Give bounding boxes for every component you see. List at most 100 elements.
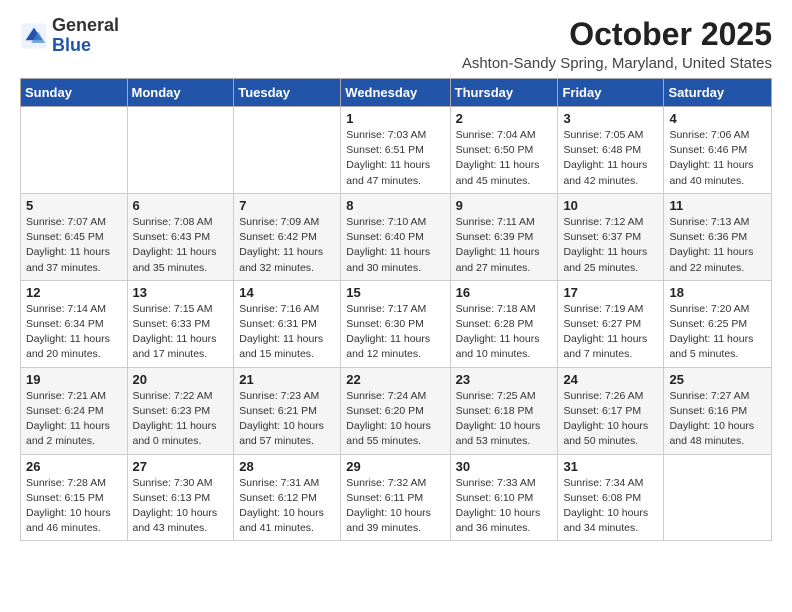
day-number: 29 [346, 459, 444, 474]
day-cell: 13Sunrise: 7:15 AM Sunset: 6:33 PM Dayli… [127, 280, 234, 367]
day-info: Sunrise: 7:22 AM Sunset: 6:23 PM Dayligh… [133, 389, 229, 450]
day-info: Sunrise: 7:07 AM Sunset: 6:45 PM Dayligh… [26, 215, 122, 276]
day-info: Sunrise: 7:04 AM Sunset: 6:50 PM Dayligh… [456, 128, 553, 189]
day-cell: 26 Sunrise: 7:28 AM Sunset: 6:15 PM Dayli… [21, 454, 128, 541]
day-info: Sunrise: 7:33 AM Sunset: 6:10 PM Dayligh… [456, 476, 553, 537]
day-info: Sunrise: 7:32 AM Sunset: 6:11 PM Dayligh… [346, 476, 444, 537]
day-number: 3 [563, 111, 658, 126]
logo: General Blue [20, 16, 119, 56]
day-cell: 11 Sunrise: 7:13 AM Sunset: 6:36 PM Dayli… [664, 193, 772, 280]
day-info: Sunrise: 7:05 AM Sunset: 6:48 PM Dayligh… [563, 128, 658, 189]
day-info: Sunrise: 7:03 AM Sunset: 6:51 PM Dayligh… [346, 128, 444, 189]
day-number: 24 [563, 372, 658, 387]
day-header-wednesday: Wednesday [341, 79, 450, 107]
day-cell: 3 Sunrise: 7:05 AM Sunset: 6:48 PM Daylig… [558, 107, 664, 194]
header: General Blue October 2025 Ashton-Sandy S… [20, 16, 772, 72]
day-info: Sunrise: 7:11 AM Sunset: 6:39 PM Dayligh… [456, 215, 553, 276]
day-cell: 6 Sunrise: 7:08 AM Sunset: 6:43 PM Daylig… [127, 193, 234, 280]
day-number: 25 [669, 372, 766, 387]
day-number: 13 [133, 285, 229, 300]
day-number: 27 [133, 459, 229, 474]
day-cell: 23 Sunrise: 7:25 AM Sunset: 6:18 PM Dayli… [450, 367, 558, 454]
day-info: Sunrise: 7:31 AM Sunset: 6:12 PM Dayligh… [239, 476, 335, 537]
day-cell: 4Sunrise: 7:06 AM Sunset: 6:46 PM Daylig… [664, 107, 772, 194]
day-number: 15 [346, 285, 444, 300]
day-number: 11 [669, 198, 766, 213]
day-number: 17 [563, 285, 658, 300]
day-cell: 21 Sunrise: 7:23 AM Sunset: 6:21 PM Dayli… [234, 367, 341, 454]
day-info: Sunrise: 7:16 AM Sunset: 6:31 PM Dayligh… [239, 302, 335, 363]
week-row-3: 12 Sunrise: 7:14 AM Sunset: 6:34 PM Dayli… [21, 280, 772, 367]
day-cell: 14 Sunrise: 7:16 AM Sunset: 6:31 PM Dayli… [234, 280, 341, 367]
day-info: Sunrise: 7:25 AM Sunset: 6:18 PM Dayligh… [456, 389, 553, 450]
day-number: 28 [239, 459, 335, 474]
day-info: Sunrise: 7:17 AM Sunset: 6:30 PM Dayligh… [346, 302, 444, 363]
day-cell [127, 107, 234, 194]
day-info: Sunrise: 7:19 AM Sunset: 6:27 PM Dayligh… [563, 302, 658, 363]
day-cell: 8Sunrise: 7:10 AM Sunset: 6:40 PM Daylig… [341, 193, 450, 280]
day-number: 30 [456, 459, 553, 474]
day-number: 19 [26, 372, 122, 387]
day-number: 21 [239, 372, 335, 387]
day-header-sunday: Sunday [21, 79, 128, 107]
day-number: 10 [563, 198, 658, 213]
day-cell: 9 Sunrise: 7:11 AM Sunset: 6:39 PM Daylig… [450, 193, 558, 280]
day-info: Sunrise: 7:24 AM Sunset: 6:20 PM Dayligh… [346, 389, 444, 450]
calendar-table: SundayMondayTuesdayWednesdayThursdayFrid… [20, 78, 772, 541]
day-number: 6 [133, 198, 229, 213]
day-cell: 24Sunrise: 7:26 AM Sunset: 6:17 PM Dayli… [558, 367, 664, 454]
day-cell: 5 Sunrise: 7:07 AM Sunset: 6:45 PM Daylig… [21, 193, 128, 280]
day-info: Sunrise: 7:14 AM Sunset: 6:34 PM Dayligh… [26, 302, 122, 363]
day-number: 7 [239, 198, 335, 213]
day-header-tuesday: Tuesday [234, 79, 341, 107]
day-number: 5 [26, 198, 122, 213]
day-number: 8 [346, 198, 444, 213]
day-cell [21, 107, 128, 194]
day-info: Sunrise: 7:13 AM Sunset: 6:36 PM Dayligh… [669, 215, 766, 276]
day-header-saturday: Saturday [664, 79, 772, 107]
day-info: Sunrise: 7:08 AM Sunset: 6:43 PM Dayligh… [133, 215, 229, 276]
day-number: 26 [26, 459, 122, 474]
day-number: 4 [669, 111, 766, 126]
day-cell: 15 Sunrise: 7:17 AM Sunset: 6:30 PM Dayli… [341, 280, 450, 367]
day-cell: 25 Sunrise: 7:27 AM Sunset: 6:16 PM Dayli… [664, 367, 772, 454]
week-row-4: 19Sunrise: 7:21 AM Sunset: 6:24 PM Dayli… [21, 367, 772, 454]
week-row-1: 1 Sunrise: 7:03 AM Sunset: 6:51 PM Daylig… [21, 107, 772, 194]
header-row: SundayMondayTuesdayWednesdayThursdayFrid… [21, 79, 772, 107]
day-number: 14 [239, 285, 335, 300]
day-number: 1 [346, 111, 444, 126]
day-header-friday: Friday [558, 79, 664, 107]
week-row-2: 5 Sunrise: 7:07 AM Sunset: 6:45 PM Daylig… [21, 193, 772, 280]
day-cell: 19Sunrise: 7:21 AM Sunset: 6:24 PM Dayli… [21, 367, 128, 454]
day-cell: 18Sunrise: 7:20 AM Sunset: 6:25 PM Dayli… [664, 280, 772, 367]
day-info: Sunrise: 7:18 AM Sunset: 6:28 PM Dayligh… [456, 302, 553, 363]
day-number: 23 [456, 372, 553, 387]
day-info: Sunrise: 7:34 AM Sunset: 6:08 PM Dayligh… [563, 476, 658, 537]
day-cell: 22 Sunrise: 7:24 AM Sunset: 6:20 PM Dayli… [341, 367, 450, 454]
day-info: Sunrise: 7:27 AM Sunset: 6:16 PM Dayligh… [669, 389, 766, 450]
logo-general: General [52, 15, 119, 35]
day-cell: 12 Sunrise: 7:14 AM Sunset: 6:34 PM Dayli… [21, 280, 128, 367]
day-info: Sunrise: 7:23 AM Sunset: 6:21 PM Dayligh… [239, 389, 335, 450]
day-cell [234, 107, 341, 194]
day-number: 20 [133, 372, 229, 387]
day-header-thursday: Thursday [450, 79, 558, 107]
title-area: October 2025 Ashton-Sandy Spring, Maryla… [462, 16, 772, 72]
day-info: Sunrise: 7:28 AM Sunset: 6:15 PM Dayligh… [26, 476, 122, 537]
day-cell: 1 Sunrise: 7:03 AM Sunset: 6:51 PM Daylig… [341, 107, 450, 194]
day-info: Sunrise: 7:20 AM Sunset: 6:25 PM Dayligh… [669, 302, 766, 363]
logo-icon [20, 22, 48, 50]
day-cell: 10 Sunrise: 7:12 AM Sunset: 6:37 PM Dayli… [558, 193, 664, 280]
day-cell: 20 Sunrise: 7:22 AM Sunset: 6:23 PM Dayli… [127, 367, 234, 454]
day-number: 9 [456, 198, 553, 213]
day-header-monday: Monday [127, 79, 234, 107]
day-info: Sunrise: 7:09 AM Sunset: 6:42 PM Dayligh… [239, 215, 335, 276]
day-cell: 28 Sunrise: 7:31 AM Sunset: 6:12 PM Dayli… [234, 454, 341, 541]
day-number: 22 [346, 372, 444, 387]
day-number: 16 [456, 285, 553, 300]
day-cell: 7 Sunrise: 7:09 AM Sunset: 6:42 PM Daylig… [234, 193, 341, 280]
day-info: Sunrise: 7:12 AM Sunset: 6:37 PM Dayligh… [563, 215, 658, 276]
day-cell: 16 Sunrise: 7:18 AM Sunset: 6:28 PM Dayli… [450, 280, 558, 367]
day-number: 12 [26, 285, 122, 300]
day-cell [664, 454, 772, 541]
